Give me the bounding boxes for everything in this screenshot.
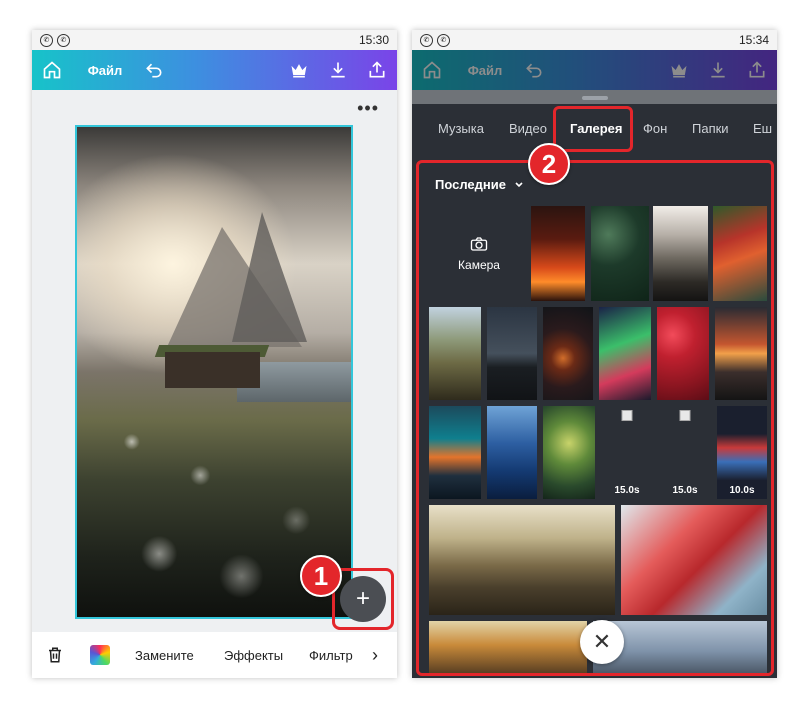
undo-icon xyxy=(526,63,542,78)
home-icon xyxy=(423,61,441,79)
gallery-thumbnail[interactable] xyxy=(653,206,708,301)
landscape-photo xyxy=(77,127,351,617)
plus-icon: + xyxy=(355,585,370,612)
undo-icon xyxy=(146,63,162,78)
gallery-thumbnail[interactable] xyxy=(429,406,481,499)
drag-handle[interactable] xyxy=(582,96,608,100)
premium-button[interactable] xyxy=(667,50,691,90)
video-duration: 10.0s xyxy=(729,485,755,496)
video-thumbnail[interactable]: 10.0s xyxy=(717,406,767,499)
add-element-button[interactable]: + xyxy=(340,576,386,622)
gallery-thumbnail[interactable] xyxy=(429,307,481,400)
crown-icon xyxy=(671,64,687,78)
gallery-thumbnail[interactable] xyxy=(429,621,587,673)
video-thumbnail[interactable]: 15.0s xyxy=(601,406,653,499)
gallery-thumbnail[interactable] xyxy=(715,307,767,400)
color-button[interactable] xyxy=(90,632,110,678)
tab-background[interactable]: Фон xyxy=(643,104,667,152)
tab-music[interactable]: Музыка xyxy=(438,104,484,152)
effects-button[interactable]: Эффекты xyxy=(224,632,283,678)
close-panel-button[interactable]: ✕ xyxy=(580,620,624,664)
chevron-right-icon[interactable]: › xyxy=(372,632,378,678)
status-time: 15:34 xyxy=(738,33,769,47)
share-button[interactable] xyxy=(745,50,769,90)
gallery-thumbnail[interactable] xyxy=(531,206,585,301)
gallery-thumbnail[interactable] xyxy=(487,307,537,400)
premium-button[interactable] xyxy=(287,50,311,90)
undo-button[interactable] xyxy=(142,50,166,90)
download-icon xyxy=(711,62,725,78)
status-bar: ✆ ✆ 15:30 xyxy=(32,30,397,50)
home-button[interactable] xyxy=(40,50,64,90)
gallery-thumbnail[interactable] xyxy=(713,206,767,301)
chevron-down-icon xyxy=(515,181,523,187)
trash-icon xyxy=(49,647,61,663)
undo-button[interactable] xyxy=(522,50,546,90)
step-badge-1: 1 xyxy=(300,555,342,597)
camera-button[interactable]: Камера xyxy=(429,206,529,301)
download-button[interactable] xyxy=(326,50,350,90)
delete-button[interactable] xyxy=(46,632,64,678)
right-phone-screen: ✆ ✆ 15:34 Файл Музыка Видео Галерея Фон … xyxy=(412,30,777,678)
gallery-thumbnail[interactable] xyxy=(429,505,615,615)
close-icon: ✕ xyxy=(592,629,612,654)
download-button[interactable] xyxy=(706,50,730,90)
more-dots-icon[interactable]: ••• xyxy=(357,98,379,119)
gallery-panel: Последние Камера 15.0s 15.0s 10.0s ✕ xyxy=(416,160,774,676)
status-time: 15:30 xyxy=(358,33,389,47)
gallery-thumbnail[interactable] xyxy=(591,206,649,301)
file-menu-button[interactable]: Файл xyxy=(467,50,503,90)
filter-label: Последние xyxy=(435,177,506,192)
replace-button[interactable]: Замените xyxy=(135,632,194,678)
share-icon xyxy=(369,61,385,78)
tab-folders[interactable]: Папки xyxy=(692,104,729,152)
gallery-thumbnail[interactable] xyxy=(621,505,767,615)
gallery-thumbnail[interactable] xyxy=(599,307,651,400)
bottom-toolbar: Замените Эффекты Фильтр › xyxy=(32,632,397,678)
crown-icon xyxy=(291,64,307,78)
left-phone-screen: ✆ ✆ 15:30 Файл ••• + 1 Замените Эффекты … xyxy=(32,30,397,678)
gallery-tab-highlight xyxy=(553,106,633,152)
design-canvas[interactable] xyxy=(75,125,353,619)
gallery-thumbnail[interactable] xyxy=(657,307,709,400)
app-bar: Файл xyxy=(32,50,397,90)
gallery-thumbnail[interactable] xyxy=(543,406,595,499)
home-button[interactable] xyxy=(420,50,444,90)
home-icon xyxy=(43,61,61,79)
filter-button[interactable]: Фильтр xyxy=(309,632,353,678)
video-thumbnail[interactable]: 15.0s xyxy=(659,406,711,499)
recent-filter-dropdown[interactable]: Последние xyxy=(435,177,524,192)
viber-icon: ✆ xyxy=(437,33,450,47)
color-icon xyxy=(90,645,110,665)
viber-icon: ✆ xyxy=(40,33,53,47)
viber-icon: ✆ xyxy=(57,33,70,47)
tab-more[interactable]: Еш xyxy=(753,104,772,152)
broken-image-icon xyxy=(621,410,633,421)
gallery-thumbnail[interactable] xyxy=(543,307,593,400)
status-bar: ✆ ✆ 15:34 xyxy=(412,30,777,50)
download-icon xyxy=(331,62,345,78)
camera-label: Камера xyxy=(458,257,500,272)
file-menu-button[interactable]: Файл xyxy=(87,50,123,90)
video-duration: 15.0s xyxy=(672,485,698,496)
step-badge-2: 2 xyxy=(528,143,570,185)
video-duration: 15.0s xyxy=(614,485,640,496)
app-bar: Файл xyxy=(412,50,777,90)
camera-icon xyxy=(470,236,488,251)
viber-icon: ✆ xyxy=(420,33,433,47)
share-icon xyxy=(749,61,765,78)
gallery-thumbnail[interactable] xyxy=(487,406,537,499)
broken-image-icon xyxy=(679,410,691,421)
share-button[interactable] xyxy=(365,50,389,90)
